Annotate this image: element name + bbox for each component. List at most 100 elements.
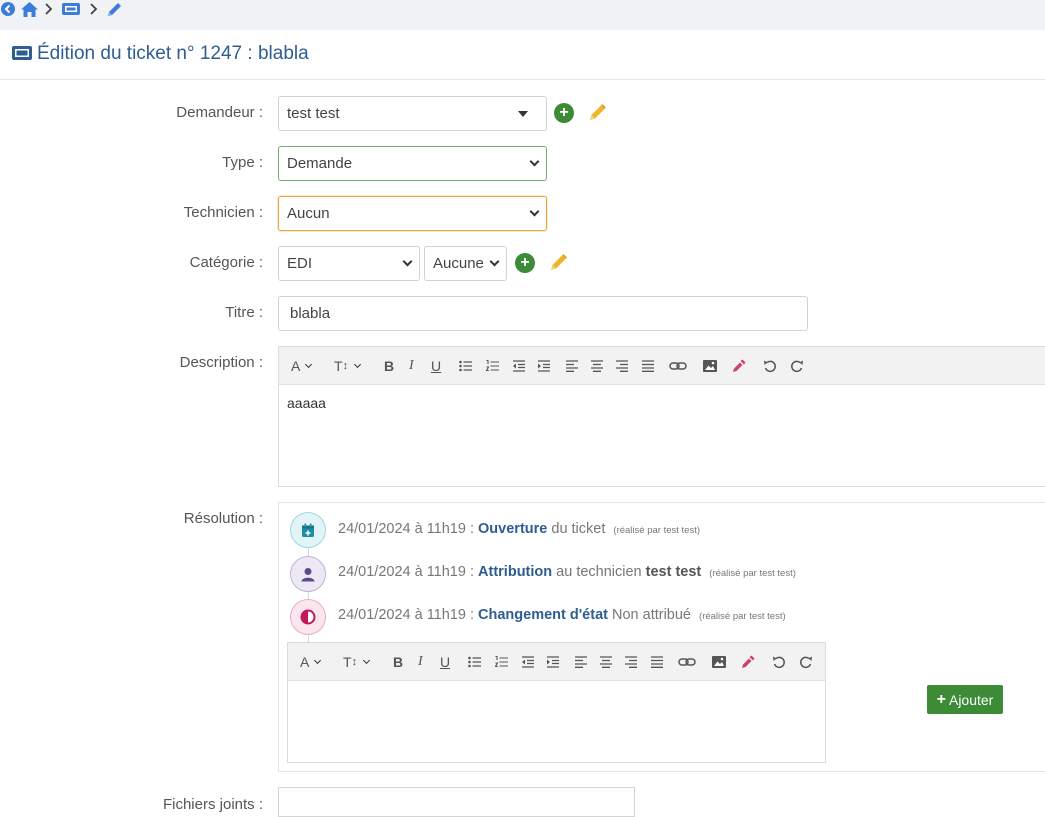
sous-categorie-select[interactable]: Aucune: [424, 246, 507, 281]
description-content[interactable]: aaaaa: [287, 395, 326, 411]
timeline-action: Ouverture: [478, 521, 548, 537]
half-circle-icon: [290, 599, 326, 635]
resolution-editor[interactable]: A T ↕ B I U: [287, 642, 826, 763]
page-header: Édition du ticket n° 1247 : blabla: [0, 30, 1045, 80]
add-categorie-button[interactable]: +: [515, 253, 535, 273]
home-icon[interactable]: [20, 0, 39, 18]
edit-demandeur-pencil-icon[interactable]: [587, 101, 609, 127]
sous-categorie-value: Aucune: [433, 255, 484, 272]
timeline-detail: du ticket: [551, 521, 606, 537]
description-toolbar: A T ↕ B I U: [279, 347, 1045, 385]
timeline-author: (réalisé par test test): [709, 568, 796, 579]
ticket-icon[interactable]: [61, 0, 81, 18]
page-title: Édition du ticket n° 1247 : blabla: [37, 43, 309, 64]
bold-button[interactable]: B: [384, 356, 394, 376]
bullet-list-icon[interactable]: [468, 652, 482, 672]
font-size-button[interactable]: T ↕: [343, 652, 371, 672]
description-editor[interactable]: A T ↕ B I U aaaaa: [278, 346, 1045, 487]
underline-button[interactable]: U: [440, 652, 450, 672]
timeline-detail: Non attribué: [612, 607, 691, 623]
calendar-plus-icon: [290, 512, 326, 548]
timeline-action: Changement d'état: [478, 607, 608, 623]
categorie-value: EDI: [287, 255, 313, 272]
font-color-button[interactable]: A: [291, 356, 313, 376]
bullet-list-icon[interactable]: [459, 356, 473, 376]
titre-input[interactable]: blabla: [278, 296, 808, 331]
undo-icon[interactable]: [763, 356, 777, 376]
indent-icon[interactable]: [537, 356, 551, 376]
back-icon[interactable]: [0, 0, 16, 18]
pencil-icon[interactable]: [106, 0, 123, 18]
outdent-icon[interactable]: [521, 652, 535, 672]
chevron-down-icon: [402, 256, 413, 267]
demandeur-select[interactable]: test test: [278, 96, 547, 131]
ajouter-button[interactable]: + Ajouter: [927, 685, 1003, 714]
chevron-down-icon: [529, 206, 540, 217]
ajouter-label: Ajouter: [948, 691, 994, 708]
align-right-icon[interactable]: [624, 652, 638, 672]
categorie-label: Catégorie :: [189, 254, 263, 271]
font-color-button[interactable]: A: [300, 652, 322, 672]
eyedropper-icon[interactable]: [741, 652, 755, 672]
timeline-date: 24/01/2024 à 11h19 :: [338, 521, 474, 537]
categorie-select[interactable]: EDI: [278, 246, 420, 281]
timeline-technician: test test: [645, 564, 702, 580]
timeline-item-ouverture: 24/01/2024 à 11h19 : Ouverture du ticket…: [338, 521, 700, 537]
italic-button[interactable]: I: [418, 652, 423, 672]
eyedropper-icon[interactable]: [732, 356, 746, 376]
ticket-icon: [11, 45, 33, 65]
demandeur-value: test test: [287, 105, 340, 122]
technicien-select[interactable]: Aucun: [278, 196, 547, 231]
type-label: Type :: [222, 154, 263, 171]
numbered-list-icon[interactable]: [486, 356, 500, 376]
user-icon: [290, 556, 326, 592]
description-label: Description :: [179, 354, 263, 371]
timeline-date: 24/01/2024 à 11h19 :: [338, 607, 474, 623]
timeline-date: 24/01/2024 à 11h19 :: [338, 564, 474, 580]
timeline-item-changement-etat: 24/01/2024 à 11h19 : Changement d'état N…: [338, 607, 786, 623]
undo-icon[interactable]: [772, 652, 786, 672]
redo-icon[interactable]: [799, 652, 813, 672]
timeline-item-attribution: 24/01/2024 à 11h19 : Attribution au tech…: [338, 564, 796, 580]
type-select[interactable]: Demande: [278, 146, 547, 181]
technicien-label: Technicien :: [183, 204, 263, 221]
outdent-icon[interactable]: [512, 356, 526, 376]
bold-button[interactable]: B: [393, 652, 403, 672]
timeline-author: (réalisé par test test): [699, 611, 786, 622]
align-center-icon[interactable]: [590, 356, 604, 376]
timeline-action: Attribution: [478, 564, 553, 580]
justify-icon[interactable]: [641, 356, 655, 376]
align-right-icon[interactable]: [615, 356, 629, 376]
fichiers-dropzone[interactable]: [278, 787, 635, 817]
titre-value: blabla: [290, 305, 331, 322]
numbered-list-icon[interactable]: [495, 652, 509, 672]
link-icon[interactable]: [669, 356, 687, 376]
add-demandeur-button[interactable]: +: [554, 103, 574, 123]
chevron-right-icon: [44, 0, 54, 18]
underline-button[interactable]: U: [431, 356, 441, 376]
edit-categorie-pencil-icon[interactable]: [548, 251, 570, 277]
align-left-icon[interactable]: [565, 356, 579, 376]
titre-label: Titre :: [225, 304, 263, 321]
chevron-down-icon: [489, 256, 500, 267]
link-icon[interactable]: [678, 652, 696, 672]
image-icon[interactable]: [702, 356, 718, 376]
chevron-right-icon: [89, 0, 99, 18]
image-icon[interactable]: [711, 652, 727, 672]
type-value: Demande: [287, 155, 353, 172]
align-center-icon[interactable]: [599, 652, 613, 672]
fichiers-label: Fichiers joints :: [162, 796, 263, 813]
font-size-button[interactable]: T ↕: [334, 356, 362, 376]
resolution-label: Résolution :: [183, 510, 263, 527]
plus-icon: +: [936, 690, 946, 708]
breadcrumb: [0, 0, 1045, 30]
justify-icon[interactable]: [650, 652, 664, 672]
redo-icon[interactable]: [790, 356, 804, 376]
timeline-detail: au technicien: [556, 564, 642, 580]
technicien-value: Aucun: [287, 205, 330, 222]
indent-icon[interactable]: [546, 652, 560, 672]
italic-button[interactable]: I: [409, 356, 414, 376]
resolution-toolbar: A T ↕ B I U: [288, 643, 825, 681]
align-left-icon[interactable]: [574, 652, 588, 672]
demandeur-label: Demandeur :: [176, 104, 263, 121]
